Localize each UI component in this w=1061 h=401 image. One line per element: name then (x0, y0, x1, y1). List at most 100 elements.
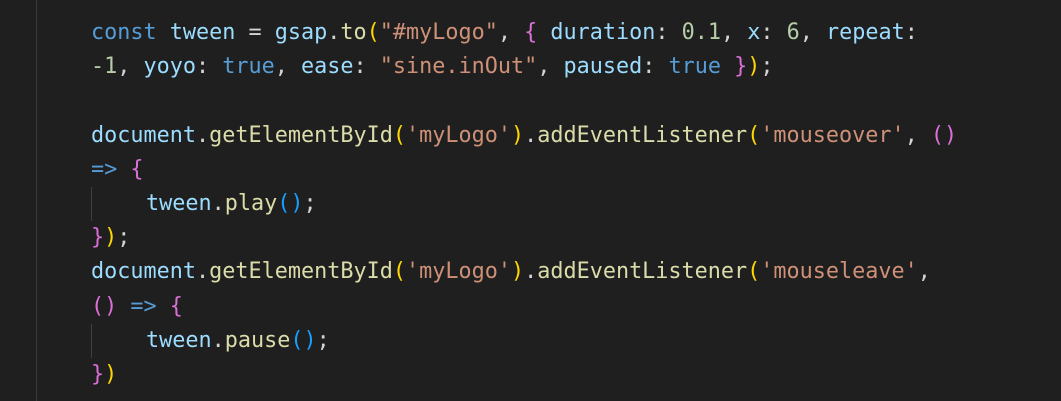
indent-space (91, 323, 146, 358)
code-token: ( (392, 122, 406, 148)
indent-space (91, 186, 146, 222)
code-token: , (497, 20, 525, 45)
code-token: : (353, 54, 380, 80)
code-token: . (524, 259, 538, 285)
code-token: ) (104, 361, 118, 387)
code-token: x (747, 20, 761, 45)
code-token: yoyo (143, 54, 197, 80)
code-token: document (91, 122, 196, 148)
code-token: ( (747, 122, 761, 148)
code-token: pause (224, 327, 291, 353)
indent-guide (91, 186, 92, 222)
code-line[interactable]: ​ (91, 84, 957, 118)
code-token: = (235, 20, 275, 45)
code-token: "sine.inOut" (379, 54, 538, 80)
code-token: ; (316, 327, 330, 353)
code-token: : (642, 54, 669, 80)
code-token: , (799, 20, 826, 45)
code-token: : (655, 20, 682, 45)
code-token: , (904, 122, 931, 148)
code-token: addEventListener (537, 259, 748, 285)
indent-guide (91, 323, 92, 358)
code-token: duration (550, 20, 656, 45)
code-token: : (196, 54, 223, 80)
code-token: tween (169, 20, 236, 45)
code-token: ; (303, 190, 317, 216)
code-line[interactable]: }); (91, 221, 957, 255)
code-line[interactable]: }) (91, 358, 957, 392)
code-token: ; (760, 54, 774, 80)
code-line[interactable]: -1, yoyo: true, ease: "sine.inOut", paus… (91, 50, 957, 84)
code-token: ) (747, 54, 761, 80)
code-token: , (537, 54, 564, 80)
code-token: () (277, 190, 304, 216)
code-token: => (130, 293, 157, 319)
code-token: , (720, 20, 748, 45)
code-token: : (904, 20, 918, 45)
code-token: ease (301, 54, 354, 80)
code-token: ( (392, 259, 406, 285)
code-token: getElementById (209, 122, 393, 148)
code-token: { (130, 156, 144, 182)
code-token: const (91, 20, 157, 45)
code-token: paused (563, 54, 643, 80)
code-token: addEventListener (537, 122, 748, 148)
code-token: 'mouseleave' (760, 259, 918, 285)
code-token: } (91, 225, 105, 251)
code-token: ; (117, 225, 131, 251)
code-token: 6 (786, 20, 800, 45)
code-token: . (195, 259, 210, 285)
code-token: play (224, 190, 278, 216)
code-token: document (91, 259, 196, 285)
code-line[interactable]: tween.pause(); (91, 323, 957, 358)
gutter-divider (36, 0, 37, 401)
code-token: . (524, 122, 538, 148)
code-token: ( (747, 259, 761, 285)
code-token: . (211, 190, 225, 216)
code-line[interactable]: const tween = gsap.to("#myLogo", { durat… (91, 16, 957, 50)
code-token: ) (510, 122, 525, 148)
code-token: , (274, 54, 301, 80)
code-token: 'mouseover' (760, 122, 905, 148)
code-token: "#myLogo" (379, 20, 498, 45)
code-token: . (327, 20, 341, 45)
code-token: , (917, 259, 931, 285)
code-token: true (222, 54, 275, 80)
code-line[interactable]: => { (91, 153, 957, 187)
code-token: . (211, 327, 225, 353)
code-token: repeat (825, 20, 905, 45)
code-token: ) (510, 259, 525, 285)
code-line[interactable]: tween.play(); (91, 186, 957, 222)
code-token: => (91, 156, 118, 182)
code-line[interactable]: document.getElementById('myLogo').addEve… (91, 119, 957, 153)
code-block[interactable]: const tween = gsap.to("#myLogo", { durat… (91, 16, 957, 392)
code-token: () (290, 327, 317, 353)
code-token: : (760, 20, 787, 45)
code-token: -1 (91, 54, 118, 80)
code-token: to (340, 20, 367, 45)
code-token: () (930, 122, 958, 148)
code-token: { (169, 293, 183, 319)
code-token: gsap (274, 20, 328, 45)
code-token: } (91, 361, 105, 387)
code-token: , (117, 54, 144, 80)
code-line[interactable]: () => { (91, 290, 957, 324)
code-token: tween (146, 190, 212, 216)
code-token: getElementById (209, 259, 393, 285)
code-token: ( (366, 20, 380, 45)
code-token: tween (146, 327, 212, 353)
code-token: 0.1 (681, 20, 721, 45)
code-editor[interactable]: const tween = gsap.to("#myLogo", { durat… (0, 0, 1061, 401)
code-token: } (734, 54, 748, 80)
code-token: true (668, 54, 721, 80)
code-token: { (524, 20, 538, 45)
code-token: . (195, 122, 210, 148)
code-line[interactable]: document.getElementById('myLogo').addEve… (91, 255, 957, 289)
code-token: () (91, 293, 118, 319)
